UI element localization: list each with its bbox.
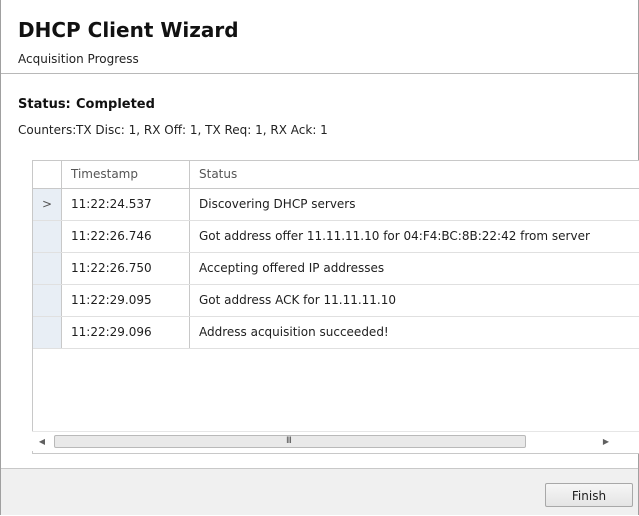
- counters-line: Counters:TX Disc: 1, RX Off: 1, TX Req: …: [18, 123, 328, 137]
- row-selector[interactable]: [33, 253, 62, 284]
- wizard-window: DHCP Client Wizard Acquisition Progress …: [0, 0, 639, 515]
- wizard-subtitle: Acquisition Progress: [18, 52, 139, 66]
- status-text: Got address ACK for 11.11.11.10: [199, 293, 397, 307]
- scroll-right-icon[interactable]: ▶: [598, 432, 614, 451]
- timestamp-text: 11:22:29.095: [71, 293, 152, 307]
- status-text: Discovering DHCP servers: [199, 197, 356, 211]
- counters-label: Counters:: [18, 123, 77, 137]
- timestamp-text: 11:22:26.746: [71, 229, 152, 243]
- status-text: Accepting offered IP addresses: [199, 261, 385, 275]
- table-row[interactable]: 11:22:29.096 Address acquisition succeed…: [33, 317, 639, 349]
- counters-value: TX Disc: 1, RX Off: 1, TX Req: 1, RX Ack…: [76, 123, 328, 137]
- column-header-timestamp[interactable]: Timestamp: [62, 161, 190, 188]
- horizontal-scrollbar[interactable]: ◀ III ▶: [32, 431, 639, 451]
- row-selector-header: [33, 161, 62, 188]
- timestamp-cell: 11:22:26.746: [62, 221, 190, 252]
- wizard-header: DHCP Client Wizard Acquisition Progress: [1, 0, 638, 74]
- timestamp-text: 11:22:26.750: [71, 261, 152, 275]
- status-cell: Accepting offered IP addresses: [190, 253, 639, 284]
- timestamp-cell: 11:22:29.095: [62, 285, 190, 316]
- table-row[interactable]: 11:22:26.746 Got address offer 11.11.11.…: [33, 221, 639, 253]
- status-cell: Address acquisition succeeded!: [190, 317, 639, 348]
- column-header-timestamp-label: Timestamp: [71, 167, 138, 181]
- timestamp-text: 11:22:24.537: [71, 197, 152, 211]
- table-row[interactable]: 11:22:26.750 Accepting offered IP addres…: [33, 253, 639, 285]
- table-row[interactable]: > 11:22:24.537 Discovering DHCP servers: [33, 189, 639, 221]
- table-row[interactable]: 11:22:29.095 Got address ACK for 11.11.1…: [33, 285, 639, 317]
- status-text: Got address offer 11.11.11.10 for 04:F4:…: [199, 229, 590, 243]
- column-header-status-label: Status: [199, 167, 238, 181]
- status-cell: Got address offer 11.11.11.10 for 04:F4:…: [190, 221, 639, 252]
- wizard-title: DHCP Client Wizard: [18, 18, 239, 42]
- status-cell: Got address ACK for 11.11.11.10: [190, 285, 639, 316]
- row-selector[interactable]: [33, 317, 62, 348]
- status-text: Address acquisition succeeded!: [199, 325, 389, 339]
- scroll-left-icon[interactable]: ◀: [34, 432, 50, 451]
- timestamp-text: 11:22:29.096: [71, 325, 152, 339]
- current-row-icon: >: [42, 197, 53, 211]
- row-selector[interactable]: >: [33, 189, 62, 220]
- scrollbar-thumb[interactable]: III: [54, 435, 526, 448]
- progress-grid[interactable]: Timestamp Status > 11:22:24.537 Discover…: [32, 160, 639, 454]
- row-selector[interactable]: [33, 285, 62, 316]
- status-value: Completed: [76, 97, 155, 112]
- timestamp-cell: 11:22:24.537: [62, 189, 190, 220]
- timestamp-cell: 11:22:26.750: [62, 253, 190, 284]
- column-header-status[interactable]: Status: [190, 161, 639, 188]
- row-selector[interactable]: [33, 221, 62, 252]
- status-cell: Discovering DHCP servers: [190, 189, 639, 220]
- finish-button[interactable]: Finish: [545, 483, 633, 507]
- timestamp-cell: 11:22:29.096: [62, 317, 190, 348]
- scrollbar-grip: III: [286, 436, 292, 446]
- status-line: Status: Completed: [18, 97, 155, 112]
- grid-header: Timestamp Status: [33, 161, 639, 189]
- wizard-footer: Finish: [1, 468, 638, 515]
- status-label: Status:: [18, 97, 71, 112]
